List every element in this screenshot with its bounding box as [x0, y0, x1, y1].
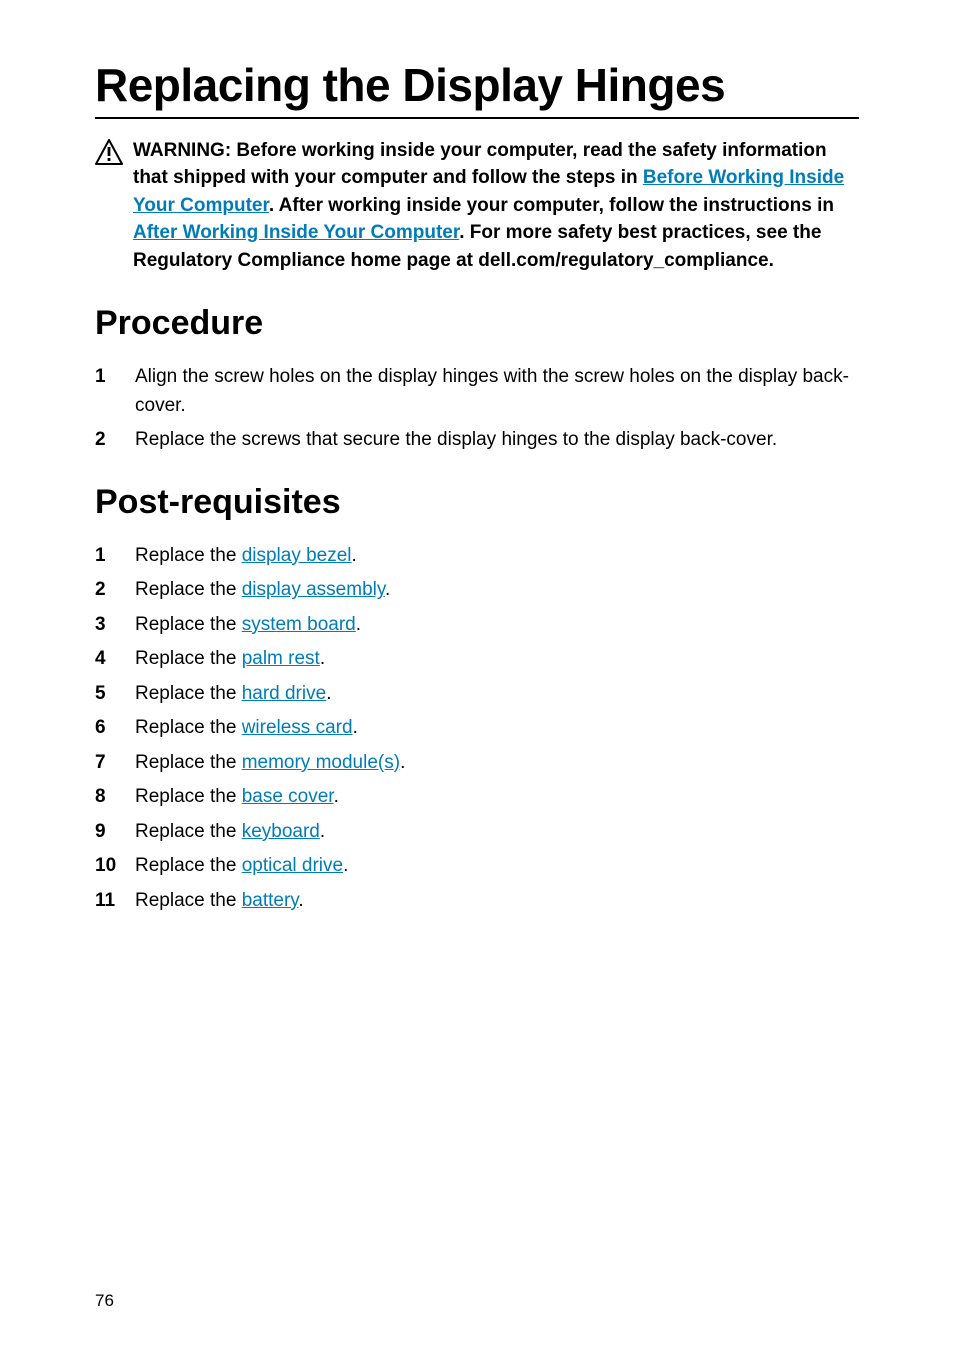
- list-item: 4 Replace the palm rest.: [95, 645, 859, 674]
- warning-icon: [95, 137, 123, 174]
- list-item: 10 Replace the optical drive.: [95, 852, 859, 881]
- heading-procedure: Procedure: [95, 304, 859, 343]
- link-base-cover[interactable]: base cover: [242, 786, 334, 807]
- list-item: 11 Replace the battery.: [95, 887, 859, 916]
- list-number: 1: [95, 363, 135, 392]
- list-text: Replace the wireless card.: [135, 714, 859, 743]
- heading-post-requisites: Post-requisites: [95, 483, 859, 522]
- list-number: 2: [95, 426, 135, 455]
- list-number: 7: [95, 749, 135, 778]
- title-underline: [95, 117, 859, 119]
- list-text: Align the screw holes on the display hin…: [135, 363, 859, 420]
- list-suffix: .: [298, 890, 303, 911]
- warning-mid1: . After working inside your computer, fo…: [269, 195, 834, 216]
- link-system-board[interactable]: system board: [242, 614, 356, 635]
- list-text: Replace the battery.: [135, 887, 859, 916]
- list-text: Replace the palm rest.: [135, 645, 859, 674]
- list-item: 5 Replace the hard drive.: [95, 680, 859, 709]
- document-page: Replacing the Display Hinges WARNING: Be…: [0, 0, 954, 1366]
- page-number: 76: [95, 1291, 114, 1311]
- list-suffix: .: [353, 717, 358, 738]
- list-prefix: Replace the: [135, 855, 242, 876]
- list-suffix: .: [320, 648, 325, 669]
- list-item: 1 Replace the display bezel.: [95, 542, 859, 571]
- link-palm-rest[interactable]: palm rest: [242, 648, 320, 669]
- warning-block: WARNING: Before working inside your comp…: [95, 137, 859, 275]
- list-number: 5: [95, 680, 135, 709]
- list-prefix: Replace the: [135, 648, 242, 669]
- warning-text: WARNING: Before working inside your comp…: [133, 137, 859, 275]
- list-suffix: .: [352, 545, 357, 566]
- link-keyboard[interactable]: keyboard: [242, 821, 320, 842]
- list-suffix: .: [320, 821, 325, 842]
- list-suffix: .: [343, 855, 348, 876]
- link-battery[interactable]: battery: [242, 890, 299, 911]
- list-number: 1: [95, 542, 135, 571]
- list-text: Replace the display assembly.: [135, 576, 859, 605]
- list-suffix: .: [385, 579, 390, 600]
- postreq-list: 1 Replace the display bezel. 2 Replace t…: [95, 542, 859, 916]
- list-number: 3: [95, 611, 135, 640]
- list-prefix: Replace the: [135, 786, 242, 807]
- list-text: Replace the system board.: [135, 611, 859, 640]
- list-item: 2 Replace the screws that secure the dis…: [95, 426, 859, 455]
- list-number: 9: [95, 818, 135, 847]
- list-text: Replace the memory module(s).: [135, 749, 859, 778]
- procedure-list: 1 Align the screw holes on the display h…: [95, 363, 859, 455]
- list-item: 6 Replace the wireless card.: [95, 714, 859, 743]
- list-prefix: Replace the: [135, 614, 242, 635]
- list-item: 2 Replace the display assembly.: [95, 576, 859, 605]
- list-prefix: Replace the: [135, 890, 242, 911]
- list-number: 4: [95, 645, 135, 674]
- list-prefix: Replace the: [135, 717, 242, 738]
- link-display-assembly[interactable]: display assembly: [242, 579, 385, 600]
- list-text: Replace the screws that secure the displ…: [135, 426, 859, 455]
- list-text: Replace the display bezel.: [135, 542, 859, 571]
- list-item: 1 Align the screw holes on the display h…: [95, 363, 859, 420]
- link-wireless-card[interactable]: wireless card: [242, 717, 353, 738]
- list-item: 3 Replace the system board.: [95, 611, 859, 640]
- link-hard-drive[interactable]: hard drive: [242, 683, 327, 704]
- list-suffix: .: [356, 614, 361, 635]
- page-title: Replacing the Display Hinges: [95, 60, 859, 111]
- list-text: Replace the keyboard.: [135, 818, 859, 847]
- list-suffix: .: [400, 752, 405, 773]
- list-text: Replace the base cover.: [135, 783, 859, 812]
- link-memory-modules[interactable]: memory module(s): [242, 752, 400, 773]
- list-prefix: Replace the: [135, 752, 242, 773]
- list-number: 6: [95, 714, 135, 743]
- list-prefix: Replace the: [135, 683, 242, 704]
- list-number: 2: [95, 576, 135, 605]
- list-suffix: .: [334, 786, 339, 807]
- list-number: 8: [95, 783, 135, 812]
- list-suffix: .: [326, 683, 331, 704]
- list-prefix: Replace the: [135, 579, 242, 600]
- link-after-working[interactable]: After Working Inside Your Computer: [133, 222, 459, 243]
- list-text: Replace the optical drive.: [135, 852, 859, 881]
- list-prefix: Replace the: [135, 545, 242, 566]
- list-number: 10: [95, 852, 135, 881]
- list-number: 11: [95, 887, 135, 916]
- list-text: Replace the hard drive.: [135, 680, 859, 709]
- list-item: 8 Replace the base cover.: [95, 783, 859, 812]
- list-item: 7 Replace the memory module(s).: [95, 749, 859, 778]
- list-prefix: Replace the: [135, 821, 242, 842]
- link-display-bezel[interactable]: display bezel: [242, 545, 352, 566]
- link-optical-drive[interactable]: optical drive: [242, 855, 343, 876]
- list-item: 9 Replace the keyboard.: [95, 818, 859, 847]
